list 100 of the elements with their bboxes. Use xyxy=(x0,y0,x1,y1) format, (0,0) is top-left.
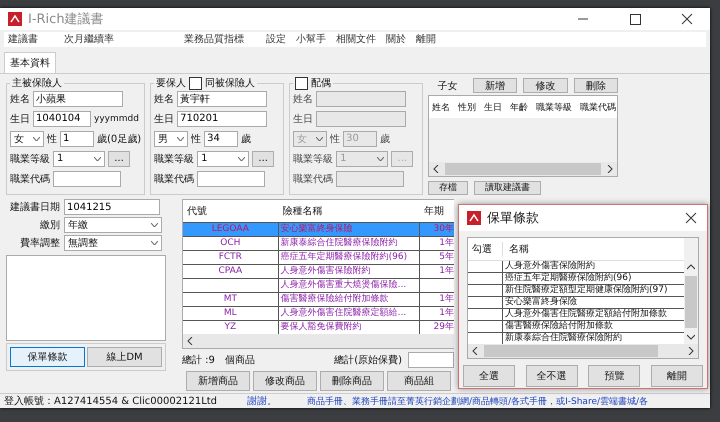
scroll-right-icon[interactable] xyxy=(607,165,614,173)
caret-icon xyxy=(33,136,40,140)
scroll-left-icon[interactable] xyxy=(472,347,478,355)
gender-dropdown[interactable]: 男 xyxy=(154,130,188,146)
product-button[interactable]: 修改商品 xyxy=(253,371,317,391)
browse-button[interactable]: ... xyxy=(108,150,130,166)
table-cell: OCH xyxy=(183,237,279,250)
clause-name[interactable]: 安心樂富終身保險 xyxy=(503,297,577,308)
side-button[interactable]: 線上DM xyxy=(87,347,162,367)
age-field[interactable]: 1 xyxy=(60,130,94,146)
premium-total-field[interactable] xyxy=(408,352,454,368)
group-title: 主被保險人 xyxy=(12,76,62,90)
job-level-dropdown[interactable]: 1 xyxy=(197,150,250,166)
thanks-text: 謝謝。 xyxy=(247,394,278,408)
name-field[interactable]: 小蘋果 xyxy=(33,90,123,106)
checkbox[interactable] xyxy=(189,76,202,90)
menu-item[interactable]: 設定 xyxy=(266,32,286,46)
children-button[interactable]: 刪除 xyxy=(574,78,618,93)
column-header: 年齡 xyxy=(509,102,530,114)
field-label: 生日 xyxy=(293,112,314,126)
browse-button[interactable]: ... xyxy=(252,150,274,166)
dialog-button[interactable]: 全不選 xyxy=(526,365,578,387)
clause-name[interactable]: 人身意外傷害住院醫療定額給付附加條款 xyxy=(503,309,667,320)
clause-name[interactable]: 傷害醫療保險給付附加條款 xyxy=(503,321,613,332)
menu-item[interactable]: 次月繼續率 xyxy=(64,32,174,46)
horizontal-scrollbar[interactable] xyxy=(183,334,454,348)
field-label: 繳別 xyxy=(39,219,60,232)
dialog-title: 保單條款 xyxy=(487,210,539,227)
table-row[interactable]: MT 傷害醫療保險給付附加條款 1年 xyxy=(183,292,454,306)
field-label: 性 xyxy=(191,132,202,146)
field-label: 生日 xyxy=(10,112,30,126)
field-label: 職業代碼 xyxy=(10,172,50,186)
table-cell: 人身意外傷害重大燒燙傷保險... xyxy=(278,279,420,292)
product-button[interactable]: 刪除商品 xyxy=(320,371,384,391)
children-button[interactable]: 修改 xyxy=(523,78,568,93)
birthday-field[interactable]: 1040104 xyxy=(33,110,91,126)
horizontal-scrollbar[interactable] xyxy=(429,162,618,176)
scroll-down-icon[interactable] xyxy=(687,334,695,340)
table-row[interactable]: OCH 新康泰綜合住院醫療保險附約 1年 xyxy=(183,236,454,250)
clause-name[interactable]: 癌症五年定期醫療保險附約(96) xyxy=(503,273,632,284)
premium-total-label: 總計(原始保費) xyxy=(334,354,402,367)
job-code-field[interactable] xyxy=(53,170,121,186)
caret-icon xyxy=(94,156,101,160)
dialog-button[interactable]: 全選 xyxy=(463,365,515,387)
app-logo-icon xyxy=(467,211,481,225)
scroll-up-icon[interactable] xyxy=(687,264,695,270)
product-button[interactable]: 新增商品 xyxy=(186,371,250,391)
menu-item[interactable]: 離開 xyxy=(416,32,436,46)
field-label: 建議書日期 xyxy=(9,200,60,214)
table-row[interactable]: FCTR 癌症五年定期醫療保險附約(96) 5年 xyxy=(183,250,454,264)
table-cell: 傷害醫療保險給付附加條款 xyxy=(278,293,420,306)
age-field[interactable]: 34 xyxy=(204,130,238,146)
name-field[interactable]: 黃宇軒 xyxy=(177,90,268,106)
gender-dropdown[interactable]: 女 xyxy=(10,130,44,146)
close-icon[interactable] xyxy=(685,212,697,224)
payment-dropdown[interactable]: 年繳 xyxy=(64,217,162,233)
menu-item[interactable]: 小幫手 xyxy=(296,32,326,46)
caret-icon xyxy=(238,156,246,160)
table-row[interactable]: ML 人身意外傷害住院醫療定額給... 1年 xyxy=(183,306,454,320)
notice-link[interactable]: 商品手冊、業務手冊請至菁英行銷企劃網/商品轉頭/各式手冊，或I-Share/雲端書城/各 xyxy=(307,394,648,408)
window-title: I-Rich建議書 xyxy=(28,10,104,28)
table-row[interactable]: CPAA 人身意外傷害保險附約 1年 xyxy=(183,264,454,278)
column-header: 勾選 xyxy=(468,242,503,256)
clause-name[interactable]: 新康泰綜合住院醫療保險附約 xyxy=(503,333,622,344)
children-button[interactable]: 新增 xyxy=(473,78,518,93)
scroll-left-icon[interactable] xyxy=(433,165,440,173)
dialog-button[interactable]: 離開 xyxy=(650,365,703,387)
clause-name[interactable]: 新住院醫療定額型定期健康保險附約(97) xyxy=(503,285,668,296)
vertical-scrollbar[interactable] xyxy=(684,238,698,344)
menu-item[interactable]: 關於 xyxy=(386,32,406,46)
scroll-left-icon[interactable] xyxy=(187,337,193,345)
rate-dropdown[interactable]: 無調整 xyxy=(64,235,162,251)
scroll-right-icon[interactable] xyxy=(688,347,694,355)
tab[interactable]: 基本資料 xyxy=(4,52,56,73)
menu-item[interactable]: 相關文件 xyxy=(336,32,376,46)
birthday-field[interactable]: 710201 xyxy=(177,110,268,126)
product-button[interactable]: 商品組 xyxy=(387,371,451,391)
dialog-button[interactable]: 預覽 xyxy=(588,365,640,387)
action-button[interactable]: 存檔 xyxy=(428,181,468,195)
side-button[interactable]: 保單條款 xyxy=(10,347,85,367)
proposal-date-field[interactable]: 1041215 xyxy=(64,199,160,215)
table-cell: 人身意外傷害保險附約 xyxy=(278,265,420,278)
field-label: 性 xyxy=(330,132,340,146)
table-cell-text: 1年 xyxy=(438,307,454,320)
age-unit: 歲(0足歲) xyxy=(97,132,142,146)
table-cell: MT xyxy=(183,293,279,306)
action-button[interactable]: 讀取建議書 xyxy=(474,181,542,195)
menu-item[interactable]: 建議書 xyxy=(8,32,54,46)
table-row[interactable]: 人身意外傷害重大燒燙傷保險... xyxy=(183,278,454,292)
clause-name[interactable]: 人身意外傷害保險附約 xyxy=(503,261,595,272)
field-label: 職業代碼 xyxy=(154,172,194,186)
horizontal-scrollbar[interactable] xyxy=(468,344,698,358)
field-label: 職業代碼 xyxy=(293,172,334,186)
account-text: 登入帳號：A127414554 & Clic00002121Ltd xyxy=(4,394,218,408)
job-level-dropdown[interactable]: 1 xyxy=(53,150,105,166)
table-cell: LEGOAA xyxy=(183,223,279,236)
job-code-field[interactable] xyxy=(197,170,266,186)
menu-item[interactable]: 業務品質指標 xyxy=(184,32,256,46)
table-cell: 人身意外傷害住院醫療定額給... xyxy=(278,307,420,320)
table-cell-text: 1年 xyxy=(438,237,454,250)
